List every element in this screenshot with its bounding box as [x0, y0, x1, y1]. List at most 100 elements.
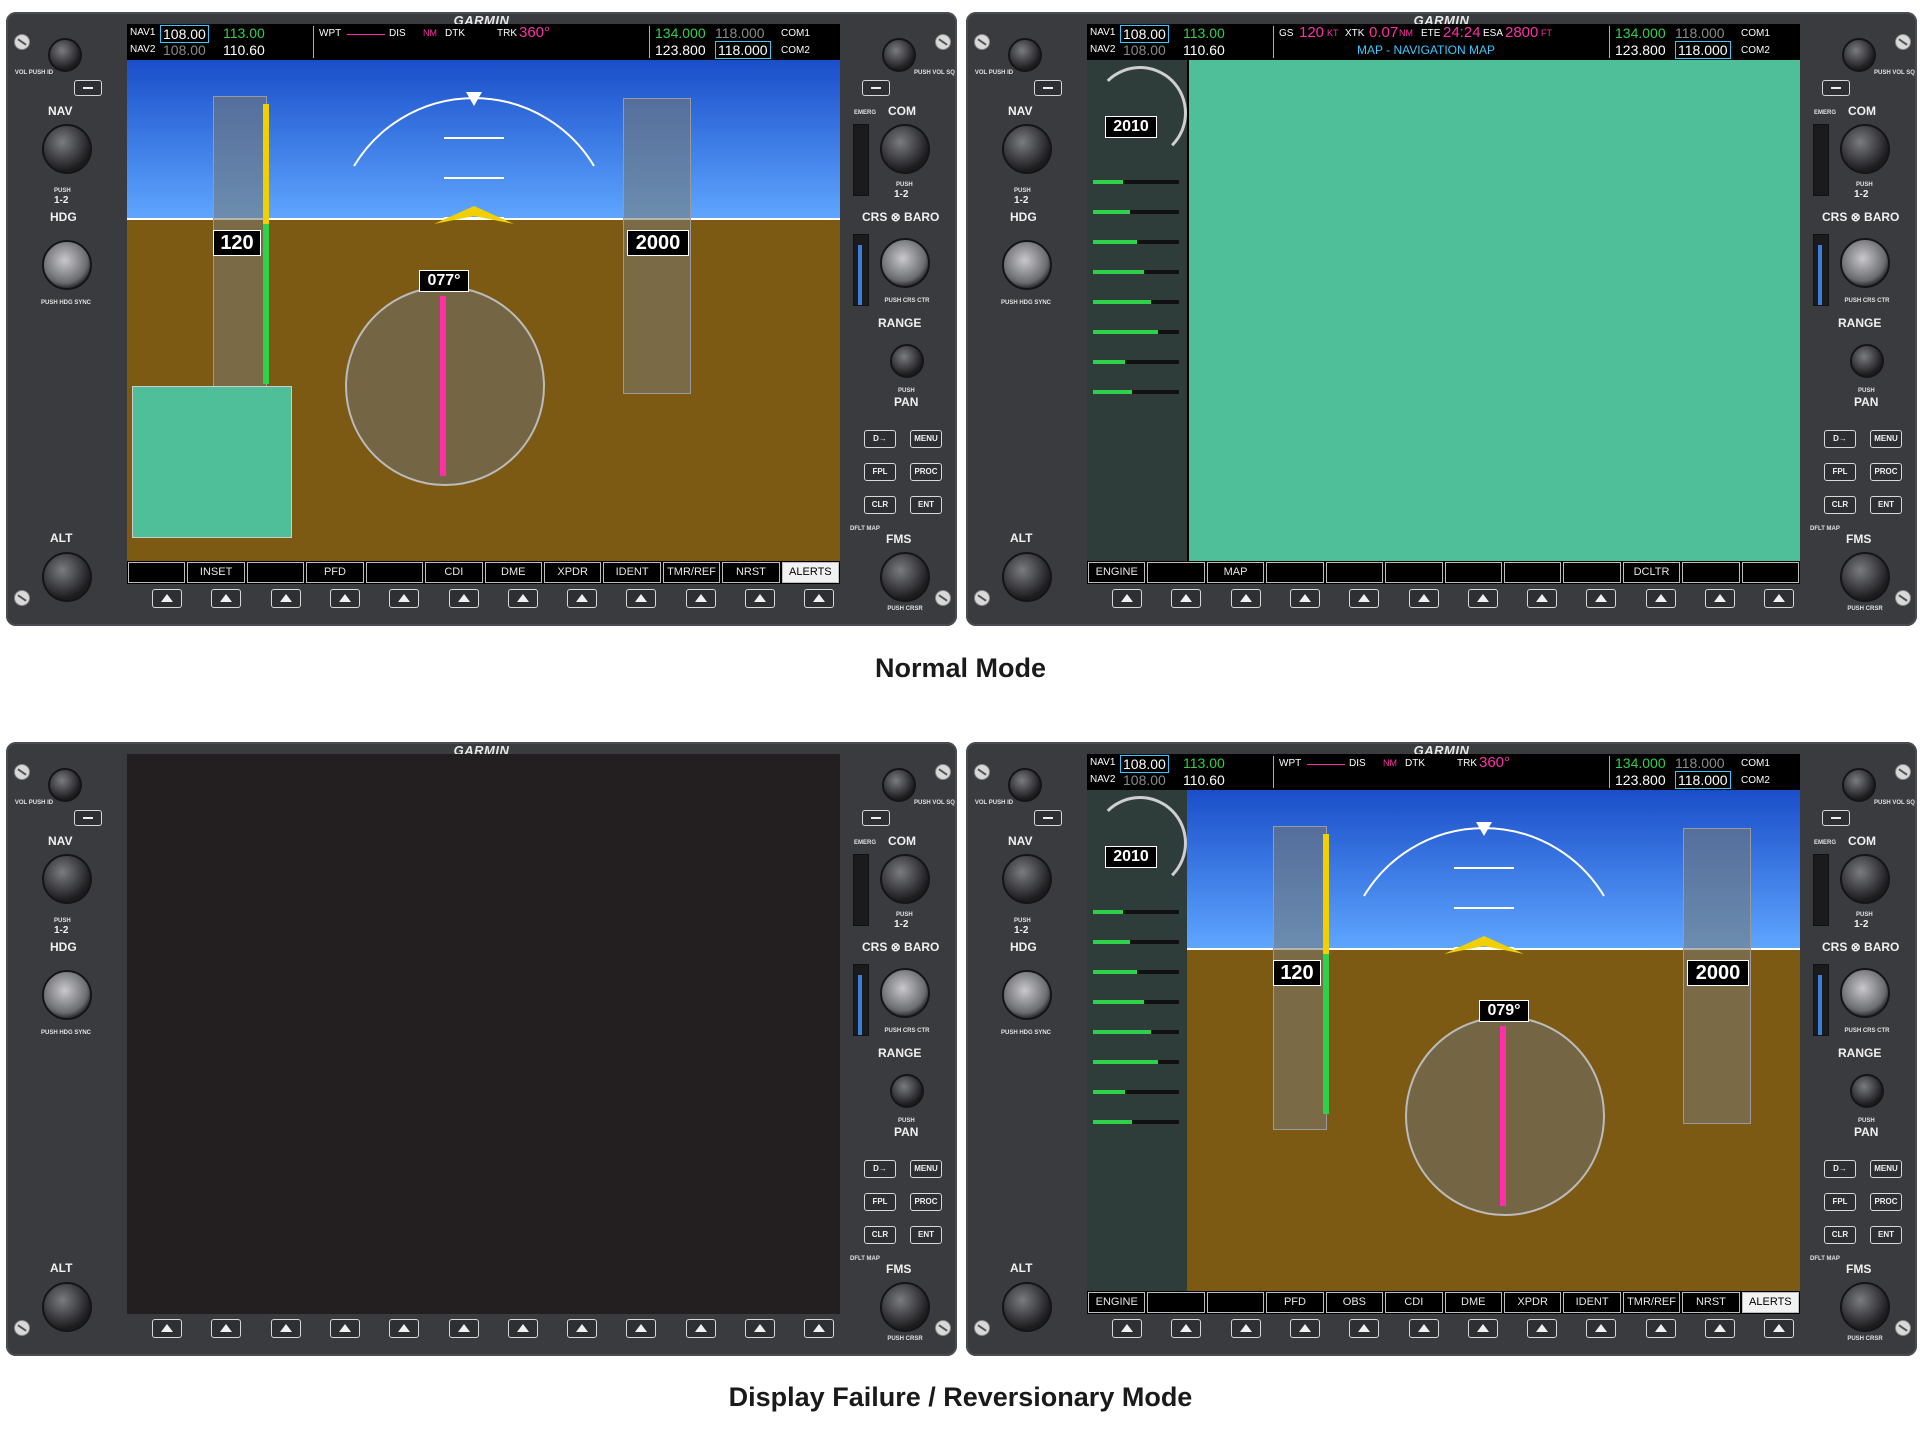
- softkey-9-label[interactable]: IDENT: [603, 562, 661, 583]
- clr-button[interactable]: CLR: [864, 496, 896, 514]
- fpl-button[interactable]: FPL: [864, 463, 896, 481]
- softkey-9-button[interactable]: [626, 589, 657, 608]
- softkey-4-label[interactable]: PFD: [306, 562, 364, 583]
- softkey-12-button[interactable]: [1764, 589, 1795, 608]
- softkey-12-button[interactable]: [1764, 1319, 1795, 1338]
- ent-button[interactable]: ENT: [1870, 1226, 1902, 1244]
- softkey-12-label[interactable]: ALERTS: [1741, 1292, 1800, 1313]
- nav-knob[interactable]: [42, 124, 92, 174]
- softkey-7-button[interactable]: [1467, 589, 1498, 608]
- heading-knob[interactable]: [1002, 970, 1052, 1020]
- range-pan-joystick[interactable]: [890, 1074, 924, 1108]
- nav-flip-button[interactable]: [1034, 810, 1062, 826]
- nav-volume-knob[interactable]: [1008, 38, 1042, 72]
- altitude-knob[interactable]: [42, 552, 92, 602]
- com-knob[interactable]: [1840, 854, 1890, 904]
- softkey-1-label[interactable]: ENGINE: [1088, 1292, 1146, 1313]
- nav-knob[interactable]: [1002, 124, 1052, 174]
- menu-button[interactable]: MENU: [1870, 430, 1902, 448]
- softkey-7-button[interactable]: [507, 1319, 538, 1338]
- softkey-3-label[interactable]: [1206, 1292, 1265, 1313]
- range-pan-joystick[interactable]: [1850, 344, 1884, 378]
- softkey-4-label[interactable]: PFD: [1266, 1292, 1324, 1313]
- softkey-10-label[interactable]: TMR/REF: [1622, 1292, 1681, 1313]
- softkey-4-button[interactable]: [1289, 1319, 1320, 1338]
- softkey-8-label[interactable]: XPDR: [543, 562, 602, 583]
- softkey-2-label[interactable]: INSET: [187, 562, 245, 583]
- softkey-5-button[interactable]: [389, 589, 420, 608]
- direct-to-button[interactable]: D→: [1824, 1160, 1856, 1178]
- fms-knob[interactable]: [1840, 1282, 1890, 1332]
- heading-knob[interactable]: [42, 240, 92, 290]
- fms-knob[interactable]: [880, 1282, 930, 1332]
- softkey-8-label[interactable]: [1503, 562, 1562, 583]
- softkey-2-label[interactable]: [1147, 1292, 1205, 1313]
- softkey-11-label[interactable]: [1682, 562, 1740, 583]
- softkey-3-button[interactable]: [1230, 1319, 1261, 1338]
- proc-button[interactable]: PROC: [910, 1193, 942, 1211]
- softkey-6-button[interactable]: [1408, 1319, 1439, 1338]
- com-flip-button[interactable]: [1822, 810, 1850, 826]
- clr-button[interactable]: CLR: [1824, 496, 1856, 514]
- softkey-1-button[interactable]: [152, 1319, 182, 1338]
- direct-to-button[interactable]: D→: [864, 1160, 896, 1178]
- com-volume-knob[interactable]: [882, 38, 916, 72]
- softkey-10-button[interactable]: [1645, 589, 1676, 608]
- nav-volume-knob[interactable]: [1008, 768, 1042, 802]
- softkey-3-label[interactable]: MAP: [1206, 562, 1265, 583]
- crs-baro-knob[interactable]: [880, 238, 930, 288]
- softkey-3-label[interactable]: [246, 562, 305, 583]
- nav-knob[interactable]: [42, 854, 92, 904]
- softkey-1-button[interactable]: [1112, 1319, 1142, 1338]
- softkey-4-label[interactable]: [1266, 562, 1324, 583]
- softkey-8-button[interactable]: [567, 1319, 598, 1338]
- softkey-10-button[interactable]: [685, 1319, 716, 1338]
- softkey-11-button[interactable]: [1705, 1319, 1735, 1338]
- softkey-1-label[interactable]: ENGINE: [1088, 562, 1146, 583]
- fpl-button[interactable]: FPL: [1824, 1193, 1856, 1211]
- softkey-8-button[interactable]: [1527, 589, 1558, 608]
- softkey-2-button[interactable]: [211, 589, 242, 608]
- ent-button[interactable]: ENT: [1870, 496, 1902, 514]
- menu-button[interactable]: MENU: [1870, 1160, 1902, 1178]
- ent-button[interactable]: ENT: [910, 1226, 942, 1244]
- com-knob[interactable]: [1840, 124, 1890, 174]
- proc-button[interactable]: PROC: [910, 463, 942, 481]
- nav-flip-button[interactable]: [74, 80, 102, 96]
- crs-baro-knob[interactable]: [1840, 238, 1890, 288]
- softkey-2-button[interactable]: [1171, 589, 1202, 608]
- menu-button[interactable]: MENU: [910, 430, 942, 448]
- softkey-12-label[interactable]: [1741, 562, 1800, 583]
- softkey-11-button[interactable]: [1705, 589, 1735, 608]
- softkey-5-label[interactable]: [1325, 562, 1384, 583]
- softkey-12-button[interactable]: [804, 589, 835, 608]
- softkey-2-button[interactable]: [1171, 1319, 1202, 1338]
- softkey-6-button[interactable]: [1408, 589, 1439, 608]
- softkey-1-button[interactable]: [152, 589, 182, 608]
- clr-button[interactable]: CLR: [1824, 1226, 1856, 1244]
- softkey-10-label[interactable]: DCLTR: [1622, 562, 1681, 583]
- altitude-knob[interactable]: [1002, 552, 1052, 602]
- softkey-8-button[interactable]: [567, 589, 598, 608]
- nav-knob[interactable]: [1002, 854, 1052, 904]
- softkey-2-label[interactable]: [1147, 562, 1205, 583]
- nav-volume-knob[interactable]: [48, 38, 82, 72]
- fpl-button[interactable]: FPL: [864, 1193, 896, 1211]
- altitude-knob[interactable]: [1002, 1282, 1052, 1332]
- fms-knob[interactable]: [1840, 552, 1890, 602]
- softkey-9-button[interactable]: [626, 1319, 657, 1338]
- softkey-9-label[interactable]: [1563, 562, 1621, 583]
- softkey-6-label[interactable]: CDI: [1385, 1292, 1443, 1313]
- com-volume-knob[interactable]: [882, 768, 916, 802]
- softkey-10-button[interactable]: [685, 589, 716, 608]
- softkey-4-button[interactable]: [329, 589, 360, 608]
- softkey-8-button[interactable]: [1527, 1319, 1558, 1338]
- softkey-3-button[interactable]: [1230, 589, 1261, 608]
- softkey-8-label[interactable]: XPDR: [1503, 1292, 1562, 1313]
- range-pan-joystick[interactable]: [890, 344, 924, 378]
- clr-button[interactable]: CLR: [864, 1226, 896, 1244]
- com-flip-button[interactable]: [862, 80, 890, 96]
- softkey-1-label[interactable]: [128, 562, 186, 583]
- softkey-11-button[interactable]: [745, 1319, 775, 1338]
- softkey-3-button[interactable]: [270, 589, 301, 608]
